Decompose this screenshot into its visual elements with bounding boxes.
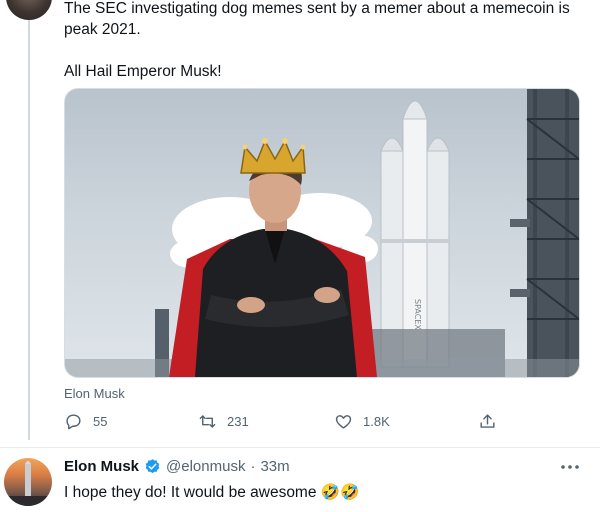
retweet-count: 231 <box>227 414 249 429</box>
tweet-divider <box>0 447 600 448</box>
retweet-button[interactable]: 231 <box>198 412 249 431</box>
verified-badge-icon <box>145 459 160 474</box>
tweet-media-image[interactable]: SPACEX <box>64 88 580 378</box>
author-avatar[interactable] <box>6 0 52 20</box>
reply-separator: · <box>250 458 256 475</box>
rocket-logo-text: SPACEX <box>413 299 422 330</box>
tweet-actions: 55 231 1.8K <box>64 412 504 438</box>
heart-icon <box>335 415 352 429</box>
media-caption[interactable]: Elon Musk <box>64 386 125 401</box>
share-button[interactable] <box>478 412 497 431</box>
share-icon <box>480 414 495 428</box>
crown-illustration <box>240 138 306 174</box>
launch-tower <box>510 89 579 377</box>
reply-count: 55 <box>93 414 108 429</box>
more-options-icon[interactable] <box>560 462 580 472</box>
reply-icon <box>66 414 81 430</box>
starship-avatar-image <box>4 461 52 506</box>
reply-text: I hope they do! It would be awesome 🤣🤣 <box>64 484 360 501</box>
reply-author-avatar[interactable] <box>4 458 52 506</box>
thread-connector-line <box>28 20 30 440</box>
reply-timestamp[interactable]: 33m <box>260 458 289 475</box>
reply-button[interactable]: 55 <box>64 412 107 431</box>
falcon-heavy-rocket: SPACEX <box>380 100 450 368</box>
reply-header: Elon Musk @elonmusk · 33m <box>64 458 290 475</box>
reply-author-name[interactable]: Elon Musk <box>64 458 139 475</box>
like-button[interactable]: 1.8K <box>334 412 390 431</box>
reply-author-handle[interactable]: @elonmusk <box>166 458 245 475</box>
like-count: 1.8K <box>363 414 390 429</box>
tweet-text: The SEC investigating dog memes sent by … <box>64 0 570 80</box>
media-illustration: SPACEX <box>65 89 579 377</box>
retweet-icon <box>199 415 216 428</box>
